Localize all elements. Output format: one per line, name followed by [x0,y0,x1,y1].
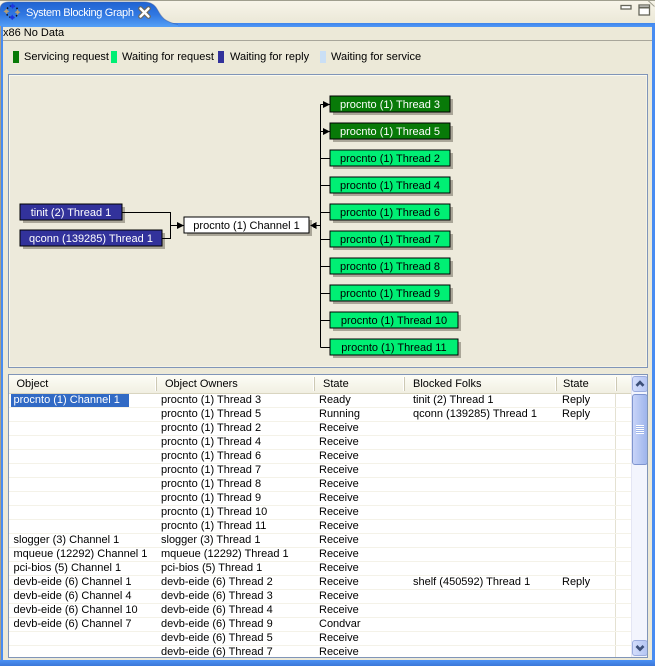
svg-text:procnto (1) Thread 8: procnto (1) Thread 8 [340,261,440,273]
svg-text:procnto (1) Thread 9: procnto (1) Thread 9 [340,288,440,300]
svg-text:procnto (1) Thread 3: procnto (1) Thread 3 [340,99,440,111]
svg-text:procnto (1) Thread 11: procnto (1) Thread 11 [341,342,446,354]
svg-text:procnto (1) Thread 10: procnto (1) Thread 10 [341,315,447,327]
svg-text:procnto (1) Thread 2: procnto (1) Thread 2 [340,153,440,165]
svg-text:procnto (1) Thread 5: procnto (1) Thread 5 [340,126,440,138]
svg-text:procnto (1) Channel 1: procnto (1) Channel 1 [193,220,299,232]
svg-text:tinit (2) Thread 1: tinit (2) Thread 1 [31,207,112,219]
svg-text:qconn (139285) Thread 1: qconn (139285) Thread 1 [29,233,153,245]
svg-text:procnto (1) Thread 7: procnto (1) Thread 7 [340,234,440,246]
svg-text:procnto (1) Thread 6: procnto (1) Thread 6 [340,207,440,219]
svg-text:procnto (1) Thread 4: procnto (1) Thread 4 [340,180,440,192]
